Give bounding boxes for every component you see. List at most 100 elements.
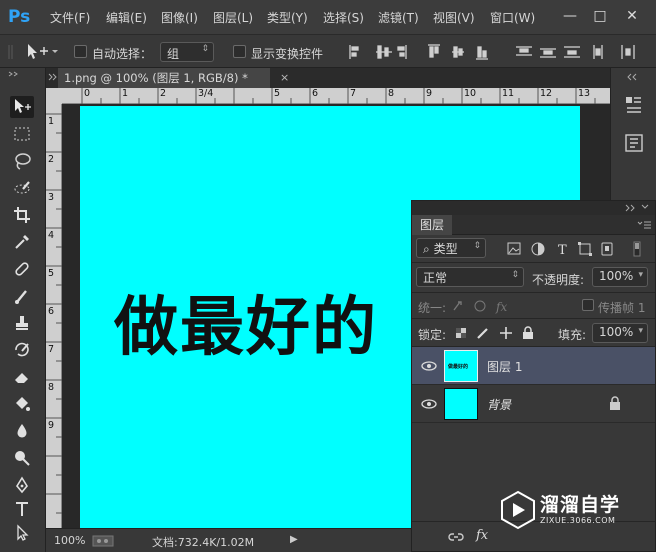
ruler-left-label: 5 (48, 268, 55, 279)
link-layers-icon[interactable] (448, 530, 466, 544)
menu-type[interactable]: 类型(Y) (267, 9, 308, 26)
menu-layer[interactable]: 图层(L) (213, 9, 253, 26)
move-tool-icon (15, 99, 31, 113)
layer-row-layer1[interactable]: 做最好的 图层 1 (412, 347, 655, 385)
zoom-level[interactable]: 100% (54, 534, 85, 547)
lasso-tool[interactable] (10, 150, 34, 172)
ruler-left-label: 7 (48, 344, 55, 355)
menu-file[interactable]: 文件(F) (50, 9, 90, 26)
type-tool[interactable] (10, 498, 34, 520)
maximize-button[interactable]: □ (590, 6, 610, 26)
photoshop-logo: Ps (8, 7, 31, 27)
stamp-icon (16, 316, 28, 330)
menu-edit[interactable]: 编辑(E) (106, 9, 147, 26)
band-aid-icon (15, 262, 29, 276)
status-bar: 100% 文档:732.4K/1.02M ▶ (46, 528, 411, 552)
tab-layers[interactable]: 图层 (412, 215, 453, 235)
path-selection-tool[interactable] (10, 522, 34, 544)
close-window-button[interactable]: ✕ (622, 6, 642, 26)
layer-style-button[interactable]: fx (476, 528, 488, 543)
ruler-top-label: 12 (540, 88, 553, 99)
document-tab[interactable]: 1.png @ 100% (图层 1, RGB/8) * (58, 68, 270, 88)
collapse-toolbar-icon[interactable] (6, 70, 40, 78)
watermark-title: 溜溜自学 (540, 494, 621, 516)
ruler-left-label: 3 (48, 192, 55, 203)
ruler-top-label: 1 (122, 88, 129, 99)
blend-mode-dropdown[interactable]: 正常 ⇕ (416, 267, 524, 287)
healing-brush-tool[interactable] (10, 258, 34, 280)
menu-image[interactable]: 图像(I) (161, 9, 198, 26)
dodge-icon (15, 451, 30, 466)
layer-thumbnail-text: 做最好的 (448, 364, 469, 370)
lock-icons[interactable] (454, 325, 540, 341)
ruler-left-label: 8 (48, 382, 55, 393)
layer-row-background[interactable]: 背景 (412, 385, 655, 423)
eye-icon[interactable] (421, 359, 437, 373)
panel-menu-icon[interactable] (636, 220, 652, 230)
ruler-left-label: 9 (48, 420, 55, 431)
ruler-top-label: 9 (426, 88, 433, 99)
auto-select-target-value: 组 (167, 47, 180, 61)
crop-tool[interactable] (10, 204, 34, 226)
show-transform-checkbox[interactable] (233, 45, 246, 58)
menu-bar: Ps 文件(F) 编辑(E) 图像(I) 图层(L) 类型(Y) 选择(S) 滤… (0, 0, 656, 34)
move-tool[interactable] (10, 96, 34, 118)
pen-tool[interactable] (10, 474, 34, 496)
layer-name[interactable]: 背景 (487, 396, 511, 413)
eraser-tool[interactable] (10, 366, 34, 388)
ruler-top-label: 0 (84, 88, 91, 99)
menu-view[interactable]: 视图(V) (433, 9, 475, 26)
collapse-panel-icon[interactable] (622, 203, 652, 213)
crop-icon (14, 207, 30, 223)
lock-label: 锁定: (418, 328, 447, 342)
eraser-icon (15, 373, 28, 383)
chevron-down-icon: ▾ (638, 326, 643, 336)
rectangle-marquee-icon (14, 127, 30, 141)
brush-tool[interactable] (10, 285, 34, 307)
ruler-top-label: 7 (350, 88, 357, 99)
layers-tab-bar: 图层 (412, 215, 655, 235)
vertical-ruler[interactable]: 1 2 3 4 5 6 7 8 9 (46, 104, 62, 528)
menu-window[interactable]: 窗口(W) (490, 9, 535, 26)
collapse-dock-icon[interactable] (623, 72, 643, 82)
opacity-input[interactable]: 100% ▾ (592, 267, 648, 287)
blend-opacity-row: 正常 ⇕ 不透明度: 100% ▾ (412, 263, 655, 293)
minimize-button[interactable]: — (560, 6, 580, 26)
paint-bucket-tool[interactable] (10, 393, 34, 415)
unify-icons[interactable]: fx (450, 298, 516, 314)
menu-select[interactable]: 选择(S) (323, 9, 364, 26)
blur-tool[interactable] (10, 420, 34, 442)
history-brush-icon (15, 342, 29, 357)
layers-panel-header[interactable] (412, 201, 655, 215)
status-menu-arrow-icon[interactable]: ▶ (290, 534, 298, 545)
auto-select-checkbox[interactable] (74, 45, 87, 58)
ruler-top-label: 13 (578, 88, 591, 99)
quick-selection-tool[interactable] (10, 177, 34, 199)
svg-text:fx: fx (495, 300, 507, 314)
eyedropper-tool[interactable] (10, 231, 34, 253)
brush-icon (15, 290, 27, 304)
horizontal-ruler[interactable]: 0 1 2 3/4 5 6 7 8 9 10 11 12 13 (62, 88, 610, 104)
propagate-frame-checkbox[interactable] (582, 299, 594, 311)
close-document-button[interactable]: × (280, 71, 289, 84)
layer-name[interactable]: 图层 1 (487, 358, 522, 375)
clone-stamp-tool[interactable] (10, 312, 34, 334)
layer-filter-kind-dropdown[interactable]: ⌕ 类型 ⇕ (416, 238, 486, 258)
document-tab-title: 1.png @ 100% (图层 1, RGB/8) * (64, 71, 248, 85)
move-tool-preset-icon[interactable] (24, 42, 60, 62)
auto-select-target-dropdown[interactable]: 组 ⇕ (160, 42, 214, 62)
eye-icon[interactable] (421, 397, 437, 411)
align-distribute-icons[interactable] (340, 41, 646, 63)
marquee-tool[interactable] (10, 123, 34, 145)
ruler-origin[interactable] (46, 88, 62, 104)
properties-panel-icon[interactable] (623, 132, 645, 154)
history-brush-tool[interactable] (10, 339, 34, 361)
history-panel-icon[interactable] (623, 94, 645, 116)
menu-filter[interactable]: 滤镜(T) (378, 9, 419, 26)
layer-filter-icons[interactable]: T (506, 241, 646, 257)
tools-panel (0, 68, 46, 552)
lasso-icon (15, 153, 31, 170)
dodge-tool[interactable] (10, 447, 34, 469)
fill-input[interactable]: 100% ▾ (592, 323, 648, 343)
collapse-panels-icon[interactable] (48, 72, 58, 82)
